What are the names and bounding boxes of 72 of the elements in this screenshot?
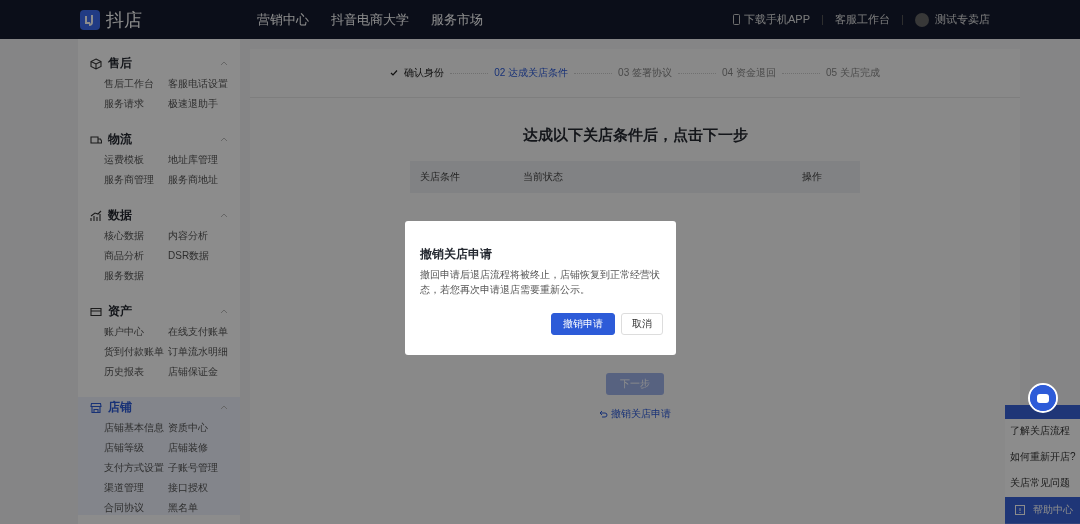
- box-icon: [90, 57, 102, 70]
- help-item[interactable]: 了解关店流程: [1005, 419, 1080, 445]
- logo-text: 抖店: [106, 8, 142, 32]
- column-header: 操作: [802, 170, 823, 184]
- column-header: 关店条件: [420, 170, 461, 184]
- nav-link[interactable]: 营销中心: [257, 10, 309, 29]
- sidebar-item[interactable]: 地址库管理: [168, 153, 238, 167]
- sidebar-group[interactable]: 数据: [78, 205, 240, 226]
- sidebar-item[interactable]: 合同协议: [104, 501, 168, 515]
- card-icon: [90, 305, 102, 318]
- phone-icon: [733, 14, 740, 25]
- step-label: 确认身份: [404, 66, 445, 80]
- sidebar-item[interactable]: 支付方式设置: [104, 461, 168, 475]
- sidebar-item[interactable]: 服务请求: [104, 97, 168, 111]
- sidebar-item[interactable]: 黑名单: [168, 501, 238, 515]
- caret-icon: [220, 213, 228, 218]
- sidebar-item[interactable]: 资质中心: [168, 421, 238, 435]
- sidebar-item[interactable]: 商品分析: [104, 249, 168, 263]
- check-icon: [390, 69, 399, 77]
- sidebar-group[interactable]: 资产: [78, 301, 240, 322]
- sidebar-item[interactable]: 店铺保证金: [168, 365, 238, 379]
- logo-icon[interactable]: [80, 9, 100, 30]
- sidebar-item[interactable]: 接口授权: [168, 481, 238, 495]
- dialog-message: 撤回申请后退店流程将被终止，店铺恢复到正常经营状态，若您再次申请退店需要重新公示。: [420, 268, 661, 297]
- sidebar-item[interactable]: 账户中心: [104, 325, 168, 339]
- cancel-button[interactable]: 取消: [621, 313, 663, 335]
- sidebar-item[interactable]: 店铺等级: [104, 441, 168, 455]
- sidebar-item[interactable]: 核心数据: [104, 229, 168, 243]
- sidebar-item[interactable]: 内容分析: [168, 229, 238, 243]
- sidebar-item[interactable]: 店铺装修: [168, 441, 238, 455]
- help-item[interactable]: 如何重新开店?: [1005, 445, 1080, 471]
- sidebar-item[interactable]: 店铺基本信息: [104, 421, 168, 435]
- sidebar-item[interactable]: 服务商管理: [104, 173, 168, 187]
- sidebar-item[interactable]: DSR数据: [168, 249, 238, 263]
- chart-icon: [90, 209, 102, 222]
- sidebar-item[interactable]: 货到付款账单: [104, 345, 168, 359]
- page-heading: 达成以下关店条件后，点击下一步: [522, 126, 748, 145]
- caret-icon: [220, 61, 228, 66]
- help-icon: [1015, 505, 1025, 515]
- dialog-title: 撤销关店申请: [420, 247, 493, 262]
- sidebar-item[interactable]: 极速退助手: [168, 97, 238, 111]
- caret-icon: [220, 405, 228, 410]
- nav-link[interactable]: 抖音电商大学: [331, 10, 409, 29]
- sidebar-item[interactable]: 服务数据: [104, 269, 168, 283]
- robot-icon[interactable]: [1027, 383, 1058, 413]
- sidebar-item[interactable]: 订单流水明细: [168, 345, 238, 359]
- truck-icon: [90, 133, 102, 146]
- sidebar-item[interactable]: 服务商地址: [168, 173, 238, 187]
- revoke-link[interactable]: 撤销关店申请: [611, 407, 671, 421]
- sidebar-item[interactable]: 运费模板: [104, 153, 168, 167]
- nav-link[interactable]: 服务市场: [431, 10, 483, 29]
- step-label: 02 达成关店条件: [494, 66, 569, 80]
- sidebar-item[interactable]: 渠道管理: [104, 481, 168, 495]
- caret-icon: [220, 309, 228, 314]
- sidebar-item[interactable]: 售后工作台: [104, 77, 168, 91]
- column-header: 当前状态: [523, 170, 564, 184]
- sidebar-group[interactable]: 售后: [78, 53, 240, 74]
- undo-icon: [599, 410, 608, 418]
- sidebar-group[interactable]: 物流: [78, 129, 240, 150]
- confirm-button[interactable]: 撤销申请: [551, 313, 615, 335]
- sidebar-group[interactable]: 店铺: [78, 397, 240, 418]
- store-icon: [90, 401, 102, 414]
- help-item[interactable]: 关店常见问题: [1005, 471, 1080, 497]
- help-center-link[interactable]: 帮助中心: [1033, 503, 1073, 517]
- sidebar-item[interactable]: 在线支付账单: [168, 325, 238, 339]
- shop-name[interactable]: 测试专卖店: [935, 12, 990, 27]
- caret-icon: [220, 137, 228, 142]
- sidebar-item[interactable]: 客服电话设置: [168, 77, 238, 91]
- download-app-link[interactable]: 下载手机APP: [744, 12, 810, 27]
- sidebar-item[interactable]: 历史报表: [104, 365, 168, 379]
- sidebar-item[interactable]: 子账号管理: [168, 461, 238, 475]
- service-desk-link[interactable]: 客服工作台: [835, 12, 890, 27]
